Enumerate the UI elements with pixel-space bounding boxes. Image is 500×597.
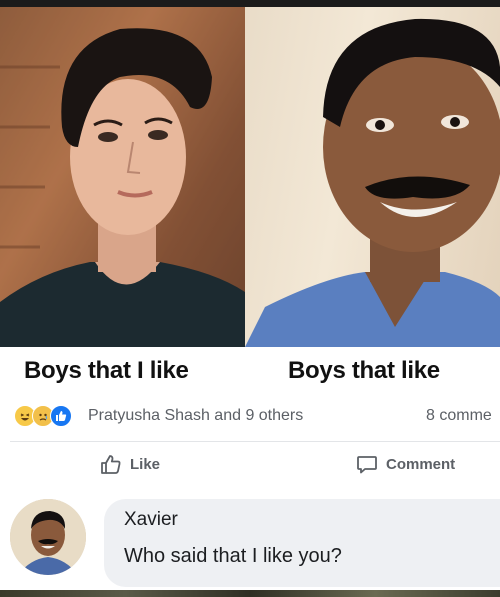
comment-button[interactable]: Comment: [356, 453, 455, 475]
top-border-strip: [0, 0, 500, 7]
comment-bubble[interactable]: Xavier Who said that I like you?: [104, 499, 500, 587]
comment-author[interactable]: Xavier: [124, 509, 178, 531]
bottom-border-strip: [0, 590, 500, 597]
post-actions: Like Comment: [0, 443, 500, 487]
avatar[interactable]: [10, 499, 86, 575]
reactions-summary[interactable]: Pratyusha Shash and 9 others 8 comme: [0, 401, 500, 431]
post-card: Boys that I like Boys that like Pratyush…: [0, 347, 500, 590]
comment-count[interactable]: 8 comme: [426, 407, 492, 425]
thumbs-up-icon: [101, 455, 121, 474]
like-button[interactable]: Like: [100, 453, 160, 475]
caption-left: Boys that I like: [24, 357, 189, 384]
photo-right-smiling-man: [245, 7, 500, 347]
like-icon: [50, 405, 72, 427]
comment-label: Comment: [386, 455, 456, 473]
comment-bubble-icon: [357, 456, 377, 474]
post-image[interactable]: [0, 7, 500, 347]
reaction-icons: [14, 405, 72, 427]
divider: [10, 441, 500, 442]
comment-item: Xavier Who said that I like you?: [0, 497, 500, 590]
like-label: Like: [130, 455, 161, 473]
reactor-names[interactable]: Pratyusha Shash and 9 others: [88, 407, 303, 425]
caption-right: Boys that like: [288, 357, 440, 384]
comment-text: Who said that I like you?: [124, 545, 342, 567]
photo-left-young-man: [0, 7, 245, 347]
